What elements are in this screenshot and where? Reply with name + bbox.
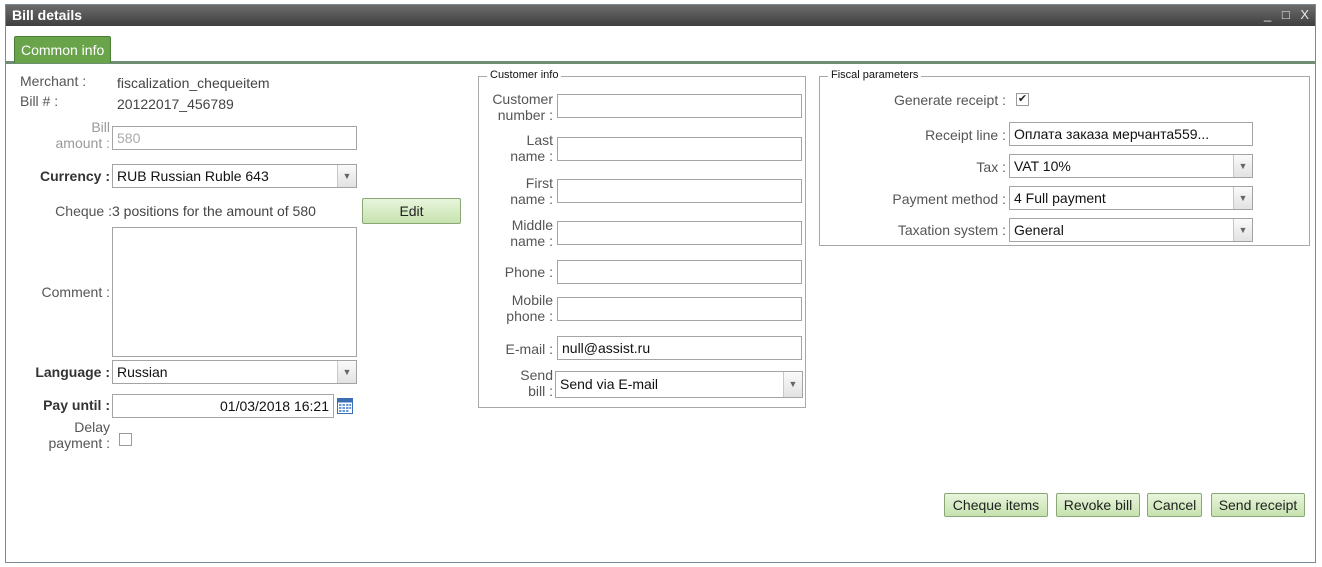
cheque-value: 3 positions for the amount of 580 <box>112 203 316 219</box>
bill-amount-input[interactable]: 580 <box>112 126 357 150</box>
mobile-phone-label: Mobile phone : <box>506 292 553 324</box>
customer-number-input[interactable] <box>557 94 802 118</box>
cheque-label: Cheque : <box>55 203 112 219</box>
merchant-value: fiscalization_chequeitem <box>117 75 270 91</box>
maximize-icon[interactable]: □ <box>1282 7 1292 22</box>
bill-number-label: Bill # : <box>20 93 59 109</box>
first-name-input[interactable] <box>557 179 802 203</box>
chevron-down-icon[interactable]: ▼ <box>337 361 356 383</box>
currency-label: Currency : <box>39 168 110 184</box>
fiscal-parameters-legend: Fiscal parameters <box>828 69 922 81</box>
chevron-down-icon[interactable]: ▼ <box>1233 155 1252 177</box>
chevron-down-icon[interactable]: ▼ <box>1233 187 1252 209</box>
comment-label: Comment : <box>41 284 110 300</box>
middle-name-label: Middle name : <box>510 217 553 249</box>
tab-bar: Common info <box>6 26 1315 64</box>
phone-label: Phone : <box>504 264 553 280</box>
email-label: E-mail : <box>505 341 553 357</box>
chevron-down-icon[interactable]: ▼ <box>783 372 802 397</box>
send-receipt-button[interactable]: Send receipt <box>1211 493 1305 517</box>
revoke-bill-button[interactable]: Revoke bill <box>1056 493 1140 517</box>
send-bill-select[interactable]: Send via E-mail ▼ <box>555 371 803 398</box>
currency-select[interactable]: RUB Russian Ruble 643 ▼ <box>112 164 357 188</box>
tax-label: Tax : <box>976 159 1006 175</box>
close-icon[interactable]: X <box>1300 7 1311 22</box>
receipt-line-input[interactable]: Оплата заказа мерчанта559... <box>1009 122 1253 146</box>
taxation-system-select[interactable]: General ▼ <box>1009 218 1253 242</box>
payment-method-select[interactable]: 4 Full payment ▼ <box>1009 186 1253 210</box>
window-controls: _ □ X <box>1261 7 1311 22</box>
pay-until-label: Pay until : <box>43 397 110 413</box>
bill-number-value: 20122017_456789 <box>117 96 234 112</box>
tab-common-info[interactable]: Common info <box>14 36 112 63</box>
cheque-items-button[interactable]: Cheque items <box>944 493 1048 517</box>
bill-amount-label: Bill amount : <box>55 119 110 151</box>
language-select[interactable]: Russian ▼ <box>112 360 357 384</box>
receipt-line-label: Receipt line : <box>925 127 1006 143</box>
taxation-system-label: Taxation system : <box>897 222 1006 238</box>
window-title: Bill details <box>12 7 83 23</box>
generate-receipt-checkbox[interactable]: ✔ <box>1016 93 1029 106</box>
bill-details-window: Bill details _ □ X Common info Merchant … <box>5 4 1316 563</box>
tax-select[interactable]: VAT 10% ▼ <box>1009 154 1253 178</box>
customer-info-legend: Customer info <box>487 69 562 81</box>
phone-input[interactable] <box>557 260 802 284</box>
checkmark-icon: ✔ <box>1017 93 1028 105</box>
title-bar[interactable]: Bill details _ □ X <box>6 5 1315 26</box>
merchant-label: Merchant : <box>20 73 87 89</box>
chevron-down-icon[interactable]: ▼ <box>1233 219 1252 241</box>
send-bill-label: Send bill : <box>520 367 553 399</box>
email-input[interactable]: null@assist.ru <box>557 336 802 360</box>
cancel-button[interactable]: Cancel <box>1147 493 1202 517</box>
payment-method-label: Payment method : <box>892 191 1006 207</box>
middle-name-input[interactable] <box>557 221 802 245</box>
delay-payment-label: Delay payment : <box>48 419 110 451</box>
pay-until-input[interactable]: 01/03/2018 16:21 <box>112 394 334 418</box>
generate-receipt-label: Generate receipt : <box>893 92 1006 108</box>
calendar-icon[interactable] <box>337 398 353 414</box>
last-name-input[interactable] <box>557 137 802 161</box>
minimize-icon[interactable]: _ <box>1264 7 1273 22</box>
first-name-label: First name : <box>510 175 553 207</box>
last-name-label: Last name : <box>510 132 553 164</box>
language-label: Language : <box>35 364 110 380</box>
customer-number-label: Customer number : <box>492 91 553 123</box>
comment-textarea[interactable] <box>112 227 357 357</box>
mobile-phone-input[interactable] <box>557 297 802 321</box>
chevron-down-icon[interactable]: ▼ <box>337 165 356 187</box>
edit-cheque-button[interactable]: Edit <box>362 198 461 224</box>
delay-payment-checkbox[interactable] <box>119 433 132 446</box>
